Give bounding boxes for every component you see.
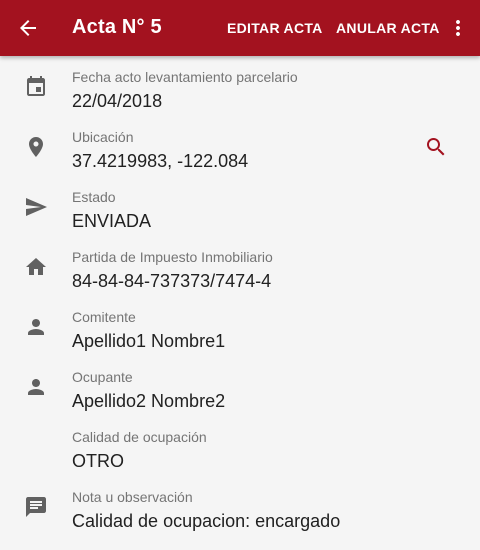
field-value: Apellido1 Nombre1 <box>72 331 226 351</box>
more-options-button[interactable] <box>444 12 472 44</box>
field-label: Calidad de ocupación <box>72 429 207 445</box>
field-label: Estado <box>72 189 116 205</box>
field-value: 37.4219983, -122.084 <box>72 151 249 171</box>
field-partida: Partida de Impuesto Inmobiliario 84-84-8… <box>0 236 480 296</box>
field-fecha: Fecha acto levantamiento parcelario 22/0… <box>0 56 480 116</box>
field-label: Ocupante <box>72 369 133 385</box>
field-ubicacion: Ubicación 37.4219983, -122.084 <box>0 116 480 176</box>
field-label: Ubicación <box>72 129 134 145</box>
more-vert-icon <box>456 20 460 36</box>
search-icon <box>427 138 445 156</box>
page-title: Acta N° 5 <box>72 16 162 38</box>
field-comitente: Comitente Apellido1 Nombre1 <box>0 296 480 356</box>
back-button[interactable] <box>12 12 44 44</box>
calendar-icon <box>24 75 48 99</box>
field-value: 84-84-84-737373/7474-4 <box>72 271 272 291</box>
cancel-acta-button[interactable]: ANULAR ACTA <box>336 20 440 36</box>
comment-icon <box>24 495 48 519</box>
location-pin-icon <box>24 135 48 159</box>
person-icon <box>24 315 48 339</box>
arrow-back-icon <box>20 20 36 36</box>
field-nota: Nota u observación Calidad de ocupacion:… <box>0 476 480 536</box>
field-value: 22/04/2018 <box>72 91 163 111</box>
home-icon <box>24 255 48 279</box>
field-ocupante: Ocupante Apellido2 Nombre2 <box>0 356 480 416</box>
field-value: Apellido2 Nombre2 <box>72 391 226 411</box>
field-label: Nota u observación <box>72 489 193 505</box>
field-value: OTRO <box>72 451 124 471</box>
app-bar: Acta N° 5 EDITAR ACTA ANULAR ACTA <box>0 0 480 56</box>
field-label: Comitente <box>72 309 136 325</box>
field-value: Calidad de ocupacion: encargado <box>72 511 341 531</box>
field-label: Fecha acto levantamiento parcelario <box>72 69 298 85</box>
edit-acta-button[interactable]: EDITAR ACTA <box>227 20 323 36</box>
field-estado: Estado ENVIADA <box>0 176 480 236</box>
field-label: Partida de Impuesto Inmobiliario <box>72 249 273 265</box>
field-value: ENVIADA <box>72 211 152 231</box>
person-icon <box>24 375 48 399</box>
location-search-button[interactable] <box>424 135 448 159</box>
send-icon <box>24 195 48 219</box>
acta-details: Fecha acto levantamiento parcelario 22/0… <box>0 56 480 536</box>
field-calidad-ocupacion: Calidad de ocupación OTRO <box>0 416 480 476</box>
